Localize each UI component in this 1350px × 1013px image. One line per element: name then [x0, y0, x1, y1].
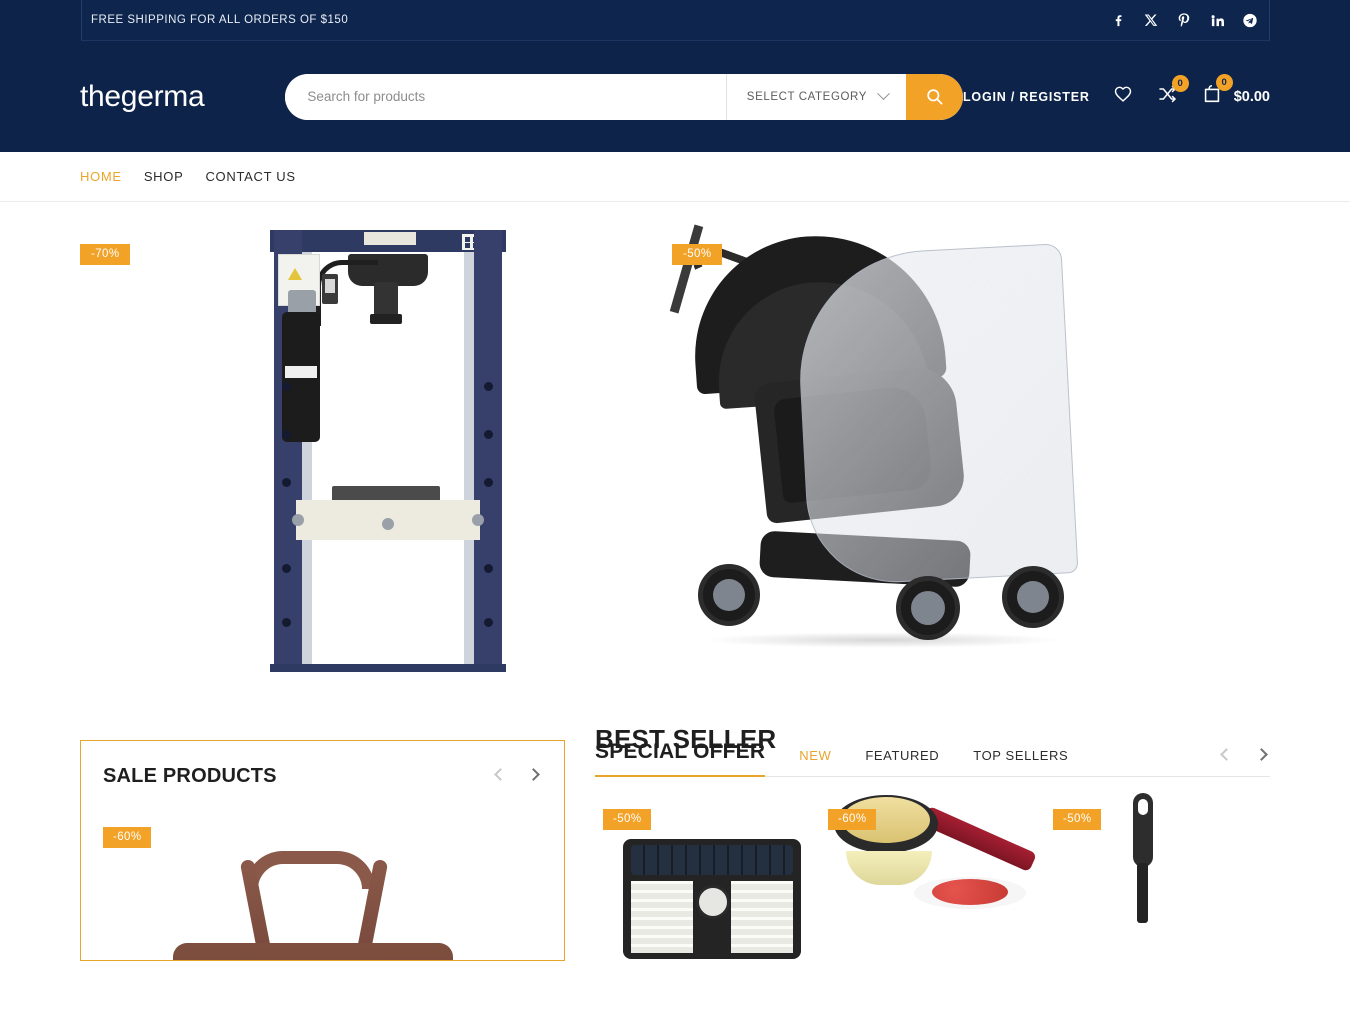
discount-badge: -50% — [672, 244, 723, 265]
offer-product-solar-light[interactable]: -50% — [595, 793, 820, 959]
free-shipping-text: FREE SHIPPING FOR ALL ORDERS OF $150 — [91, 14, 349, 26]
cart-total-amount: $0.00 — [1233, 88, 1270, 105]
facebook-icon[interactable] — [1110, 12, 1126, 28]
leather-handbag-image[interactable] — [173, 851, 453, 960]
category-select[interactable]: SELECT CATEGORY — [725, 73, 906, 120]
top-bar-inner: FREE SHIPPING FOR ALL ORDERS OF $150 — [81, 0, 1270, 41]
nav-item-home[interactable]: HOME — [80, 169, 122, 184]
special-offer-header: SPECIAL OFFER NEW FEATURED TOP SELLERS — [595, 740, 1270, 777]
offer-product-utensil[interactable]: -50% — [1045, 792, 1270, 923]
special-offer-product-grid: -50% -60% -50% — [595, 792, 1270, 959]
tab-featured[interactable]: FEATURED — [865, 748, 939, 765]
top-announcement-bar: FREE SHIPPING FOR ALL ORDERS OF $150 — [0, 0, 1350, 41]
site-header: thegerma SELECT CATEGORY LOGIN / REGISTE… — [0, 41, 1350, 152]
nav-item-shop[interactable]: SHOP — [144, 169, 184, 184]
cart-icon-wrap[interactable]: 0 — [1201, 74, 1233, 110]
sale-products-header: SALE PRODUCTS — [103, 765, 542, 788]
sale-products-carousel-controls — [494, 768, 542, 783]
offer-product-frying-pan[interactable]: -60% — [820, 793, 1045, 915]
hero-product-banners: -70% -50% — [0, 202, 1350, 672]
compare-count-badge: 0 — [1171, 75, 1189, 92]
hero-product-stroller[interactable]: -50% — [669, 224, 1270, 672]
discount-badge: -50% — [603, 808, 652, 830]
sale-products-panel: SALE PRODUCTS -60% — [80, 740, 565, 961]
category-select-label: SELECT CATEGORY — [746, 90, 867, 103]
chevron-right-icon[interactable] — [527, 768, 542, 783]
chevron-right-icon[interactable] — [1255, 747, 1270, 763]
search-icon — [925, 87, 944, 106]
linkedin-icon[interactable] — [1209, 12, 1225, 28]
main-navigation: HOME SHOP CONTACT US — [0, 152, 1350, 202]
discount-badge: -70% — [80, 244, 131, 265]
discount-badge: -60% — [103, 827, 152, 848]
search-button[interactable] — [906, 73, 963, 120]
site-logo[interactable]: thegerma — [80, 81, 205, 112]
tab-top-sellers[interactable]: TOP SELLERS — [973, 748, 1068, 765]
sale-products-title: SALE PRODUCTS — [103, 765, 277, 787]
kitchen-utensil-image — [1131, 792, 1153, 923]
solar-led-light-image — [623, 838, 801, 959]
pinterest-icon[interactable] — [1176, 12, 1192, 28]
heart-icon — [1112, 84, 1134, 109]
cart-button[interactable]: 0 $0.00 — [1201, 74, 1270, 110]
cart-count-badge: 0 — [1215, 74, 1233, 91]
chevron-left-icon[interactable] — [494, 768, 509, 783]
baby-stroller-image — [669, 224, 1270, 672]
header-actions: LOGIN / REGISTER 0 0 $0.00 — [963, 74, 1270, 110]
chevron-down-icon — [877, 87, 890, 101]
special-offer-title: SPECIAL OFFER — [595, 740, 766, 777]
compare-button[interactable]: 0 — [1156, 75, 1189, 109]
telegram-icon[interactable] — [1242, 12, 1258, 28]
search-bar: SELECT CATEGORY — [285, 73, 963, 120]
hero-product-press[interactable]: -70% — [80, 224, 580, 672]
discount-badge: -60% — [828, 808, 877, 830]
lower-sections: SALE PRODUCTS -60% SPECIAL OFFER NEW FEA… — [0, 740, 1350, 961]
login-register-link[interactable]: LOGIN / REGISTER — [963, 90, 1090, 104]
discount-badge: -50% — [1053, 808, 1102, 830]
social-links — [1110, 12, 1260, 28]
search-input[interactable] — [285, 73, 726, 120]
special-offer-carousel-controls — [1220, 747, 1270, 765]
tab-new[interactable]: NEW — [799, 748, 831, 765]
x-twitter-icon[interactable] — [1143, 12, 1159, 28]
wishlist-button[interactable] — [1112, 84, 1134, 109]
hydraulic-shop-press-image — [80, 224, 580, 672]
chevron-left-icon[interactable] — [1220, 747, 1235, 763]
special-offer-section: SPECIAL OFFER NEW FEATURED TOP SELLERS -… — [595, 740, 1270, 961]
nav-item-contact-us[interactable]: CONTACT US — [205, 169, 295, 184]
